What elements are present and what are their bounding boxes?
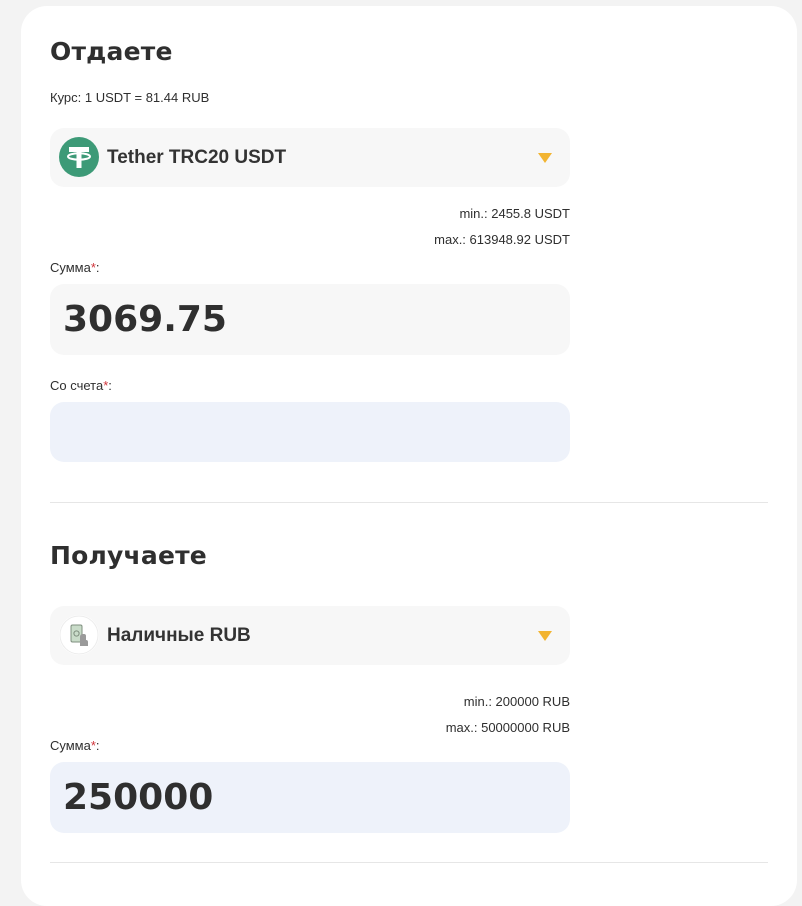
receive-max-limit: max.: 50000000 RUB (445, 720, 570, 735)
receive-amount-field (50, 762, 570, 833)
give-amount-label: Сумма*: (50, 260, 100, 275)
receive-currency-select[interactable]: Наличные RUB (50, 606, 570, 665)
exchange-rate: Курс: 1 USDT = 81.44 RUB (50, 90, 210, 105)
tether-icon (59, 137, 99, 177)
required-mark: * (90, 738, 96, 753)
receive-min-limit: min.: 200000 RUB (463, 694, 570, 709)
from-account-input[interactable] (50, 402, 570, 462)
exchange-form-card: Отдаете Курс: 1 USDT = 81.44 RUB Tether … (21, 6, 797, 906)
from-account-label-text: Со счета (50, 378, 104, 393)
from-account-field (50, 402, 570, 462)
give-currency-label: Tether TRC20 USDT (107, 147, 287, 168)
required-mark: * (90, 260, 96, 275)
section-divider (50, 502, 768, 503)
receive-section-title: Получаете (50, 541, 207, 570)
chevron-down-icon (538, 153, 552, 163)
receive-amount-input[interactable] (63, 774, 553, 820)
give-section-title: Отдаете (50, 37, 173, 66)
chevron-down-icon (538, 631, 552, 641)
give-amount-field (50, 284, 570, 355)
give-amount-label-text: Сумма (50, 260, 91, 275)
receive-amount-label: Сумма*: (50, 738, 100, 753)
required-mark: * (103, 378, 109, 393)
give-currency-select[interactable]: Tether TRC20 USDT (50, 128, 570, 187)
give-amount-input[interactable] (63, 296, 553, 342)
from-account-label: Со счета*: (50, 378, 112, 393)
cash-hand-icon (59, 615, 99, 655)
section-divider (50, 862, 768, 863)
give-max-limit: max.: 613948.92 USDT (434, 232, 570, 247)
receive-amount-label-text: Сумма (50, 738, 91, 753)
receive-currency-label: Наличные RUB (107, 625, 251, 646)
give-min-limit: min.: 2455.8 USDT (459, 206, 570, 221)
